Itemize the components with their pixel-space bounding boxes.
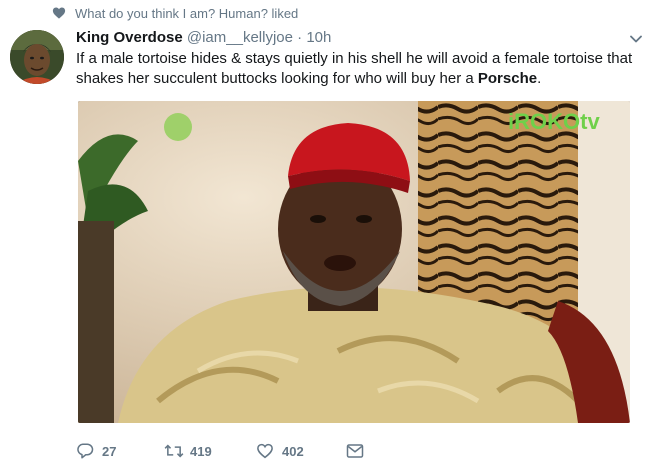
reply-icon [76, 442, 96, 460]
user-handle[interactable]: @iam__kellyjoe [187, 29, 293, 46]
like-count: 402 [282, 443, 304, 459]
tweet-text: If a male tortoise hides & stays quietly… [76, 49, 646, 89]
direct-message-button[interactable] [346, 442, 366, 460]
retweet-icon [164, 442, 184, 460]
tweet-header: King Overdose @iam__kellyjoe · 10h [76, 28, 331, 48]
like-icon [256, 442, 276, 460]
tweet-image[interactable]: iROKOtv [78, 101, 630, 423]
reply-button[interactable]: 27 [76, 442, 164, 460]
reply-count: 27 [102, 443, 117, 459]
tweet-text-body: If a male tortoise hides & stays quietly… [76, 50, 633, 87]
heart-icon [52, 6, 66, 20]
like-button[interactable]: 402 [256, 442, 346, 460]
liked-by-text[interactable]: What do you think I am? Human? liked [75, 6, 298, 21]
tweet-text-bold: Porsche [477, 70, 538, 87]
chevron-down-icon[interactable] [629, 32, 643, 46]
separator: · [297, 29, 303, 46]
retweet-count: 419 [190, 443, 212, 459]
retweet-button[interactable]: 419 [164, 442, 256, 460]
tweet-card[interactable]: What do you think I am? Human? liked Kin… [0, 0, 661, 462]
tweet-actions: 27 419 402 [76, 440, 366, 462]
watermark: iROKOtv [508, 109, 600, 134]
tweet-text-end: . [537, 70, 542, 87]
timestamp[interactable]: 10h [306, 29, 331, 46]
social-context: What do you think I am? Human? liked [52, 4, 298, 22]
display-name[interactable]: King Overdose [76, 29, 183, 46]
avatar[interactable] [10, 30, 64, 84]
message-icon [346, 442, 366, 460]
